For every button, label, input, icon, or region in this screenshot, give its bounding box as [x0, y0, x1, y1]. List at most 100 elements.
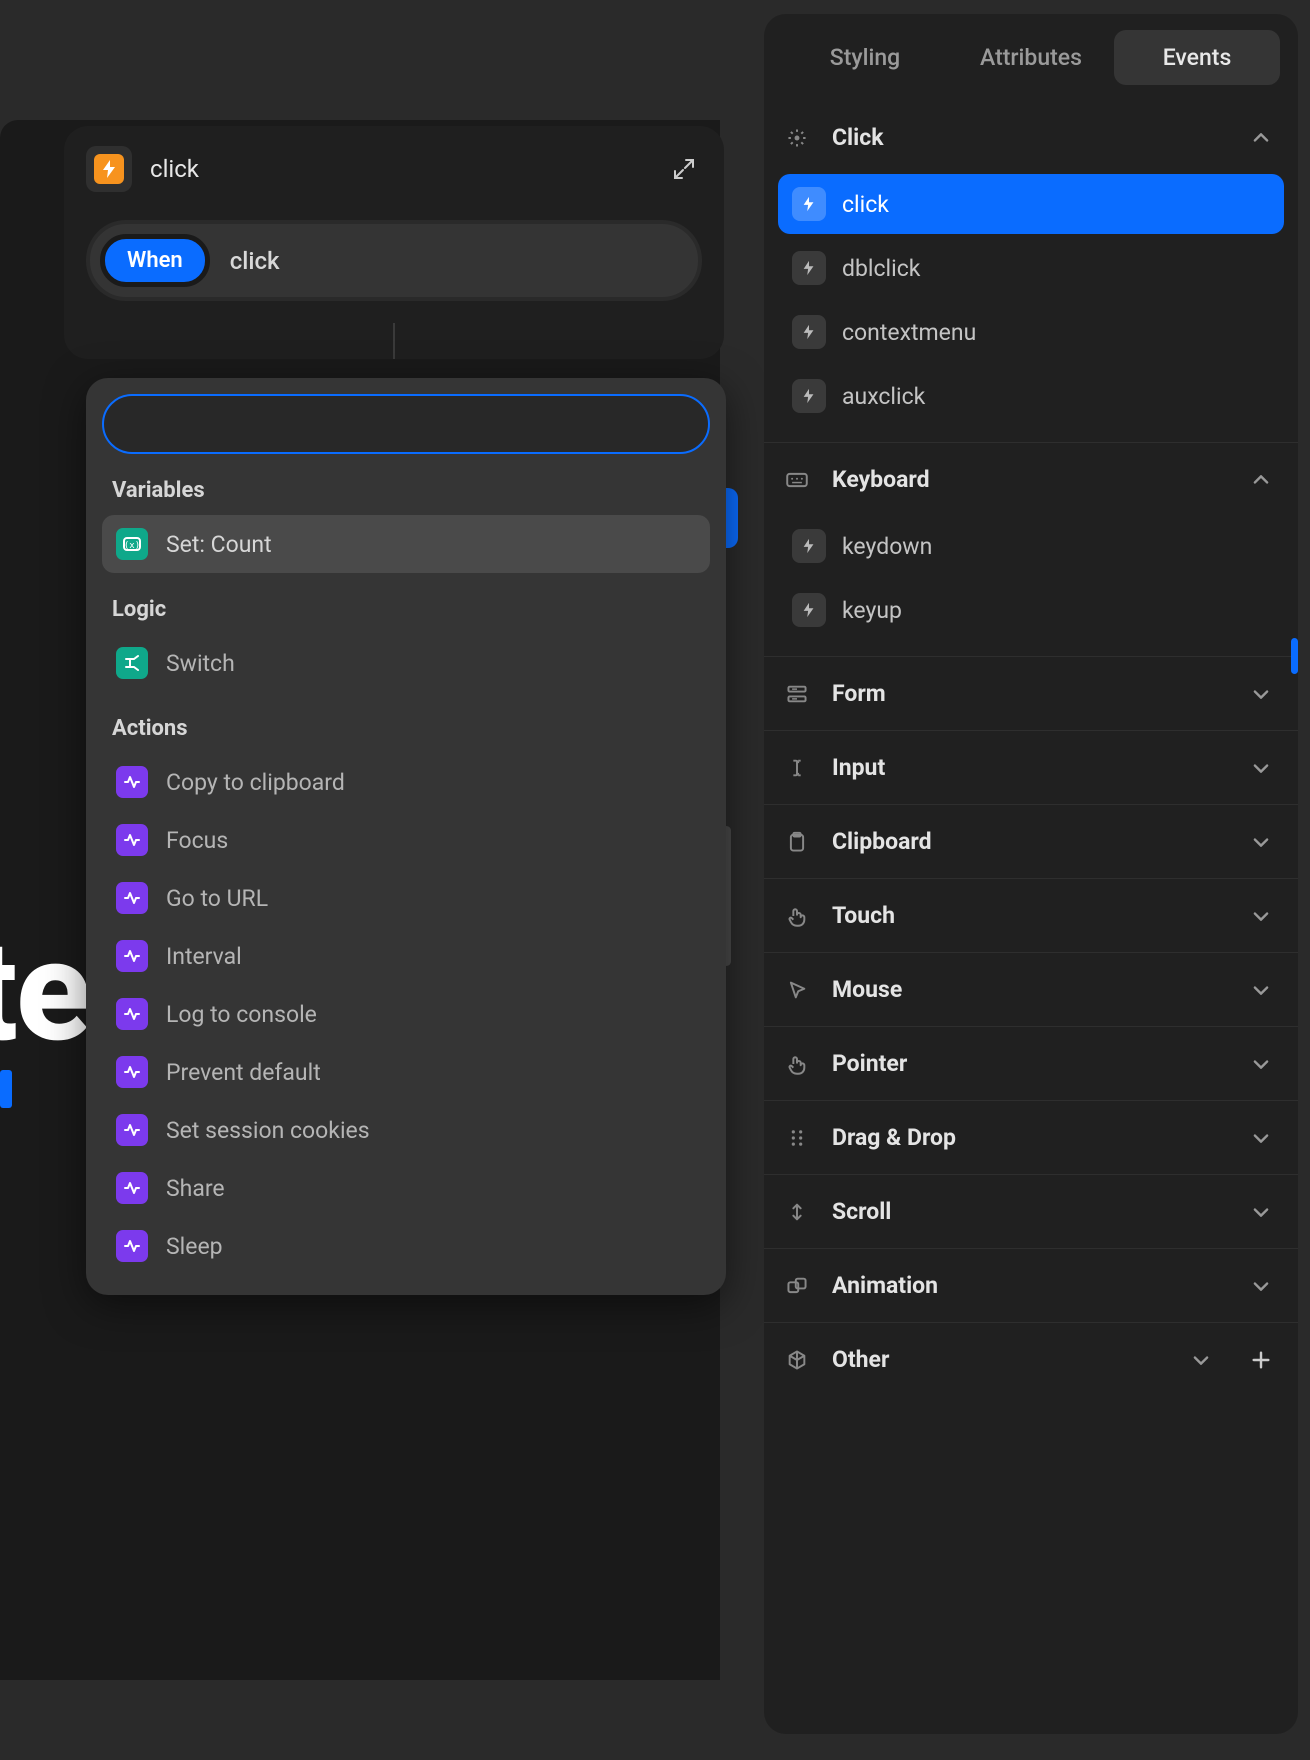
category-header[interactable]: Other	[764, 1323, 1298, 1396]
hand-icon	[784, 903, 810, 929]
category-header[interactable]: Pointer	[764, 1027, 1298, 1100]
category-header[interactable]: Scroll	[764, 1175, 1298, 1248]
group-label: Actions	[112, 716, 700, 741]
action-option[interactable]: Set session cookies	[102, 1101, 710, 1159]
text-cursor-icon	[784, 755, 810, 781]
tab-events[interactable]: Events	[1114, 30, 1280, 85]
category-title: Touch	[832, 902, 1228, 929]
action-option-label: Switch	[166, 650, 235, 677]
event-category: Animation	[764, 1248, 1298, 1322]
background-text: te	[0, 910, 90, 1074]
sidebar-panel: StylingAttributesEvents Click click dblc…	[764, 14, 1298, 1734]
lightning-icon	[94, 154, 124, 184]
action-option[interactable]: Sleep	[102, 1217, 710, 1275]
event-list: click dblclick contextmenu auxclick	[764, 174, 1298, 442]
cube-icon	[784, 1347, 810, 1373]
event-category: Pointer	[764, 1026, 1298, 1100]
category-title: Drag & Drop	[832, 1124, 1228, 1151]
chevron-down-icon	[1250, 1127, 1272, 1149]
action-option[interactable]: Switch	[102, 634, 710, 692]
form-icon	[784, 681, 810, 707]
event-category: Other	[764, 1322, 1298, 1396]
action-option[interactable]: Prevent default	[102, 1043, 710, 1101]
cursor-click-icon	[784, 125, 810, 151]
sidebar-scrollbar-thumb[interactable]	[1291, 638, 1298, 674]
category-header[interactable]: Keyboard	[764, 443, 1298, 516]
event-item[interactable]: keyup	[778, 580, 1284, 640]
event-label: contextmenu	[842, 319, 976, 346]
event-category: Keyboard keydown keyup	[764, 442, 1298, 656]
event-label: auxclick	[842, 383, 925, 410]
category-header[interactable]: Mouse	[764, 953, 1298, 1026]
category-title: Form	[832, 680, 1228, 707]
event-category: Scroll	[764, 1174, 1298, 1248]
lightning-icon	[792, 315, 826, 349]
action-option-label: Interval	[166, 943, 242, 970]
chevron-down-icon	[1250, 905, 1272, 927]
category-title: Pointer	[832, 1050, 1228, 1077]
action-option-label: Sleep	[166, 1233, 223, 1260]
event-item[interactable]: dblclick	[778, 238, 1284, 298]
event-label: keyup	[842, 597, 902, 624]
action-option[interactable]: Focus	[102, 811, 710, 869]
category-header[interactable]: Animation	[764, 1249, 1298, 1322]
event-item[interactable]: keydown	[778, 516, 1284, 576]
event-label: click	[842, 191, 889, 218]
action-search-popover: Variables Set: CountLogic SwitchActions …	[86, 378, 726, 1295]
category-title: Other	[832, 1346, 1168, 1373]
step-pill-edge	[724, 488, 738, 548]
category-header[interactable]: Clipboard	[764, 805, 1298, 878]
action-option[interactable]: Interval	[102, 927, 710, 985]
switch-icon	[116, 647, 148, 679]
tab-attributes[interactable]: Attributes	[948, 30, 1114, 85]
event-category: Drag & Drop	[764, 1100, 1298, 1174]
event-item[interactable]: auxclick	[778, 366, 1284, 426]
when-pill: When	[100, 234, 210, 287]
category-title: Scroll	[832, 1198, 1228, 1225]
expand-button[interactable]	[670, 155, 698, 183]
action-option[interactable]: Share	[102, 1159, 710, 1217]
var-icon	[116, 528, 148, 560]
group-label: Logic	[112, 597, 700, 622]
action-option[interactable]: Copy to clipboard	[102, 753, 710, 811]
chevron-down-icon	[1250, 683, 1272, 705]
category-header[interactable]: Click	[764, 101, 1298, 174]
pulse-icon	[116, 998, 148, 1030]
event-item[interactable]: click	[778, 174, 1284, 234]
action-option[interactable]: Go to URL	[102, 869, 710, 927]
chevron-down-icon	[1250, 1053, 1272, 1075]
action-option-label: Set: Count	[166, 531, 272, 558]
pulse-icon	[116, 1056, 148, 1088]
flow-title: click	[150, 155, 670, 183]
trigger-value: click	[230, 247, 280, 275]
category-header[interactable]: Input	[764, 731, 1298, 804]
flow-editor-panel: click When click	[64, 126, 724, 359]
add-event-button[interactable]	[1250, 1349, 1272, 1371]
action-option[interactable]: Set: Count	[102, 515, 710, 573]
event-item[interactable]: contextmenu	[778, 302, 1284, 362]
tab-styling[interactable]: Styling	[782, 30, 948, 85]
lightning-icon	[792, 529, 826, 563]
category-header[interactable]: Touch	[764, 879, 1298, 952]
chevron-down-icon	[1250, 979, 1272, 1001]
pulse-icon	[116, 882, 148, 914]
pulse-icon	[116, 1172, 148, 1204]
category-header[interactable]: Drag & Drop	[764, 1101, 1298, 1174]
chevron-down-icon	[1250, 757, 1272, 779]
chevron-down-icon	[1250, 1201, 1272, 1223]
action-option-label: Focus	[166, 827, 228, 854]
chevron-up-icon	[1250, 469, 1272, 491]
category-header[interactable]: Form	[764, 657, 1298, 730]
chevron-down-icon	[1190, 1349, 1212, 1371]
lightning-icon	[792, 187, 826, 221]
action-option-label: Share	[166, 1175, 225, 1202]
trigger-row[interactable]: When click	[86, 220, 702, 301]
chevron-down-icon	[1250, 1275, 1272, 1297]
pulse-icon	[116, 940, 148, 972]
action-option-label: Copy to clipboard	[166, 769, 345, 796]
action-search-input[interactable]	[102, 394, 710, 454]
lightning-icon	[792, 379, 826, 413]
scroll-icon	[784, 1199, 810, 1225]
action-option[interactable]: Log to console	[102, 985, 710, 1043]
flow-icon-wrap	[86, 146, 132, 192]
